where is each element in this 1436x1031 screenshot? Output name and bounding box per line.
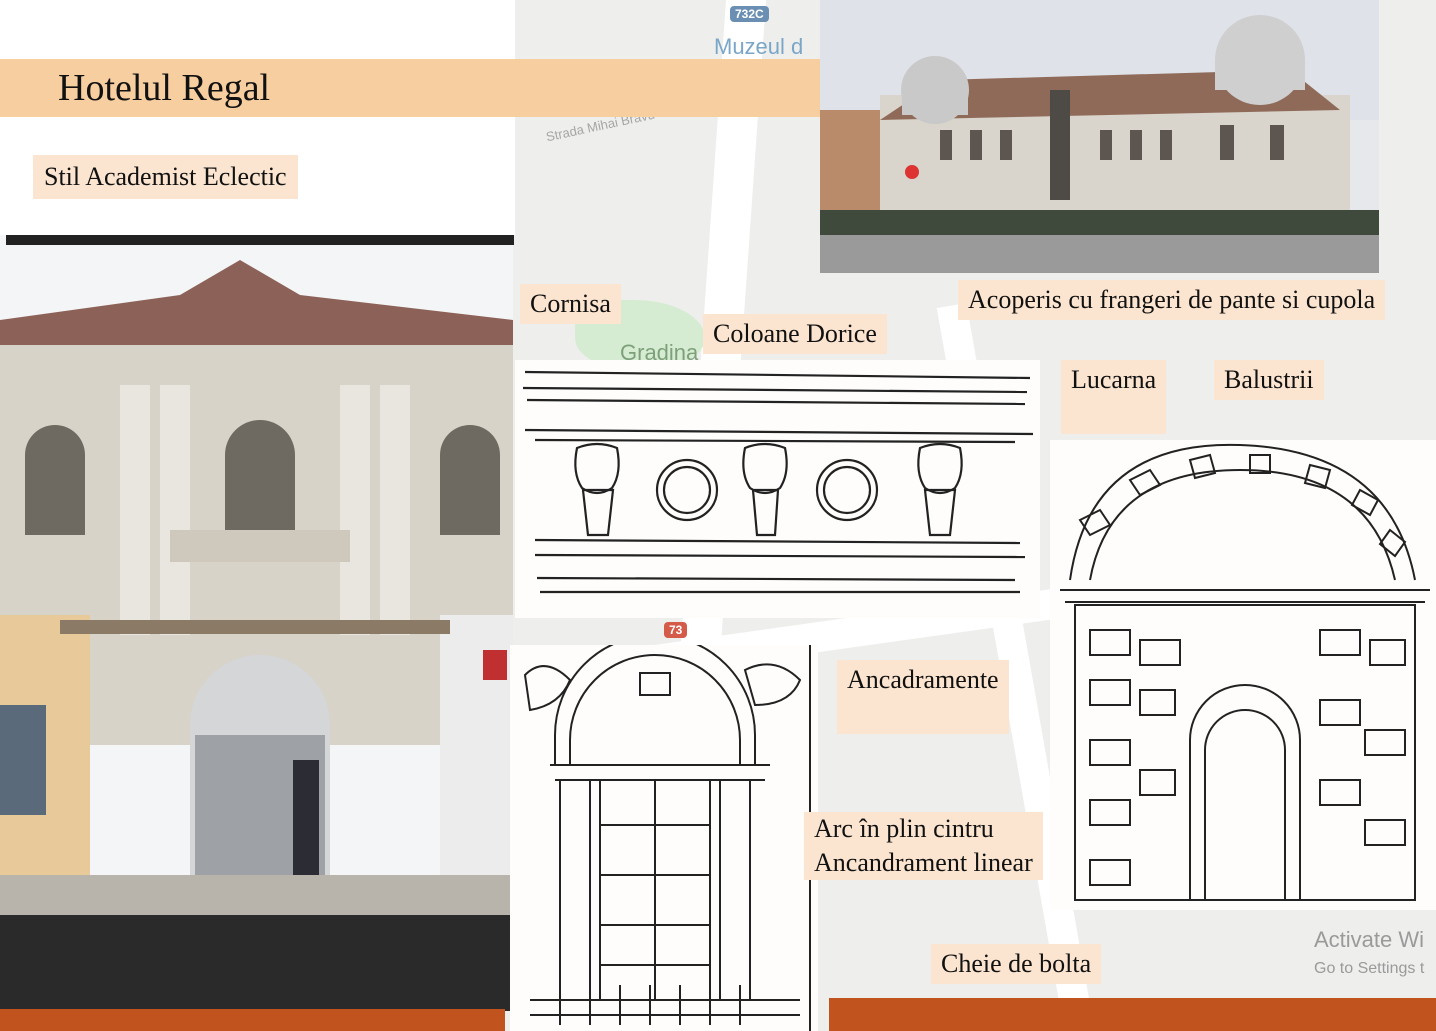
label-balustrii: Balustrii [1214,360,1324,400]
label-lucarna: Lucarna [1061,360,1167,434]
map-label-muzeul: Muzeul d [714,34,804,59]
label-arc-line2: Ancandrament linear [814,848,1033,877]
lucarna-sketch [1050,440,1436,910]
map-shield-73: 73 [664,622,688,638]
activation-watermark-title: Activate Wi [1314,927,1425,952]
window-sketch [510,645,818,1031]
style-tag: Stil Academist Eclectic [33,155,298,199]
label-cheie-de-bolta: Cheie de bolta [931,944,1102,984]
label-coloane-dorice: Coloane Dorice [703,314,887,354]
cornice-sketch [515,360,1040,618]
bottom-accent-bar [829,998,1436,1031]
label-cornisa: Cornisa [520,284,621,324]
label-arc-line1: Arc în plin cintru [814,814,994,843]
building-photo-exterior [820,0,1379,273]
page-title: Hotelul Regal [58,67,271,109]
hotel-facade-photo [0,235,513,1011]
header-panel [0,0,515,235]
map-shield-732c: 732C [730,6,769,22]
bottom-accent-bar [0,1009,505,1031]
activation-watermark-sub: Go to Settings t [1314,960,1425,977]
label-acoperis: Acoperis cu frangeri de pante si cupola [958,280,1386,320]
label-arc: Arc în plin cintru Ancandrament linear [804,812,1043,880]
photo-top-edge [6,235,514,245]
label-ancadramente: Ancadramente [837,660,1009,734]
